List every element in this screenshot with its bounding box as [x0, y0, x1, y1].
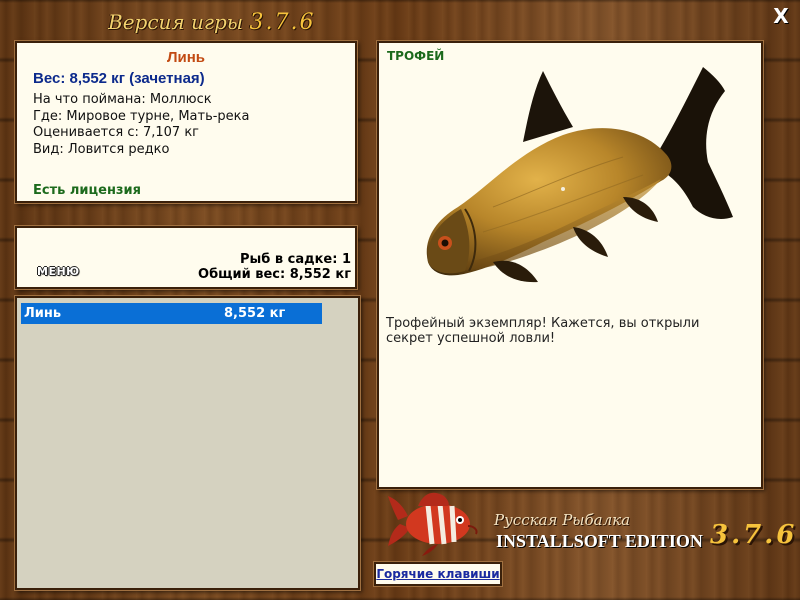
total-weight: Общий вес: 8,552 кг [198, 267, 351, 282]
rarity-text: Вид: Ловится редко [33, 141, 170, 157]
fish-info-panel: Линь Вес: 8,552 кг (зачетная) На что пой… [15, 41, 357, 203]
list-item-name: Линь [24, 306, 62, 321]
tench-fish-illustration [426, 67, 733, 283]
logo-title: Русская Рыбалка [494, 511, 631, 529]
window-title-version: 3.7.6 [249, 10, 316, 35]
fish-count: Рыб в садке: 1 [239, 252, 351, 267]
close-button[interactable]: X [770, 5, 792, 27]
caught-on-text: На что поймана: Моллюск [33, 92, 212, 107]
logo-version: 3.7.6 [710, 520, 798, 550]
license-status: Есть лицензия [33, 183, 141, 198]
trophy-panel: ТРОФЕЙ Трофейный экземпляр! Кажется, вы … [377, 41, 763, 489]
trophy-description: Трофейный экземпляр! Кажется, вы открыли… [386, 316, 700, 346]
window-title: Версия игры 3.7.6 [108, 10, 315, 35]
location-text: Где: Мировое турне, Мать-река [33, 108, 250, 124]
summary-values: Рыб в садке: 1 Общий вес: 8,552 кг [198, 252, 351, 282]
menu-button[interactable]: МЕНЮ [37, 265, 80, 278]
title-bar: Версия игры 3.7.6 X [0, 0, 800, 40]
window-title-text: Версия игры [108, 10, 244, 34]
logo-edition: INSTALLSOFT EDITION [496, 531, 703, 551]
catch-list[interactable]: Линь 8,552 кг [15, 296, 360, 590]
fish-name: Линь [166, 49, 206, 66]
striped-fish-logo-icon [388, 492, 478, 556]
hotkeys-button[interactable]: Горячие клавиши [374, 562, 502, 586]
fish-weight: Вес: 8,552 кг (зачетная) [33, 70, 205, 87]
value-text: Оценивается с: 7,107 кг [33, 125, 200, 140]
list-item[interactable]: Линь 8,552 кг [21, 303, 322, 324]
catch-summary-panel: МЕНЮ Рыб в садке: 1 Общий вес: 8,552 кг [15, 226, 357, 289]
list-item-weight: 8,552 кг [224, 306, 286, 321]
